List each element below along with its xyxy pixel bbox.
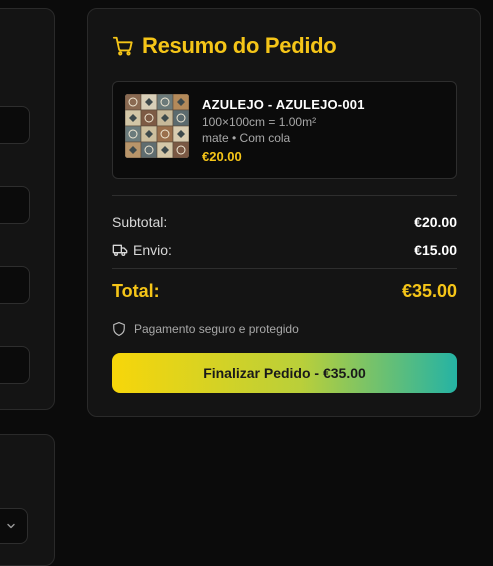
form-input-3[interactable]	[0, 266, 30, 304]
item-price: €20.00	[202, 149, 242, 164]
form-input-4[interactable]	[0, 346, 30, 384]
subtotal-value: €20.00	[414, 214, 457, 230]
payment-form-panel	[0, 434, 55, 566]
shield-icon	[113, 322, 125, 336]
checkout-button[interactable]: Finalizar Pedido - €35.00	[112, 353, 457, 393]
secure-text: Pagamento seguro e protegido	[134, 322, 299, 336]
secure-payment-note: Pagamento seguro e protegido	[112, 321, 299, 337]
total-label: Total:	[112, 281, 160, 301]
order-summary-card: Resumo do Pedido AZULEJO - AZULEJO-001 1…	[87, 8, 481, 417]
cart-item: AZULEJO - AZULEJO-001 100×100cm = 1.00m²…	[112, 81, 457, 179]
shipping-value: €15.00	[414, 242, 457, 258]
product-thumbnail	[125, 94, 189, 158]
subtotal-row: Subtotal: €20.00	[112, 214, 457, 230]
item-name: AZULEJO - AZULEJO-001	[202, 97, 365, 112]
chevron-down-icon	[7, 523, 15, 529]
summary-header: Resumo do Pedido	[112, 33, 337, 59]
shipping-label: Envio:	[133, 242, 172, 258]
total-row: Total: €35.00	[112, 281, 457, 302]
divider	[112, 268, 457, 269]
divider	[112, 195, 457, 196]
truck-icon	[112, 244, 128, 256]
subtotal-label: Subtotal:	[112, 214, 168, 230]
cart-icon	[112, 36, 133, 56]
form-input-1[interactable]	[0, 106, 30, 144]
form-input-2[interactable]	[0, 186, 30, 224]
summary-title: Resumo do Pedido	[142, 33, 337, 58]
total-value: €35.00	[401, 281, 457, 301]
item-finish: mate • Com cola	[202, 131, 291, 145]
shipping-row: Envio: €15.00	[112, 242, 457, 258]
item-dimensions: 100×100cm = 1.00m²	[202, 115, 317, 129]
form-select[interactable]	[0, 508, 28, 544]
